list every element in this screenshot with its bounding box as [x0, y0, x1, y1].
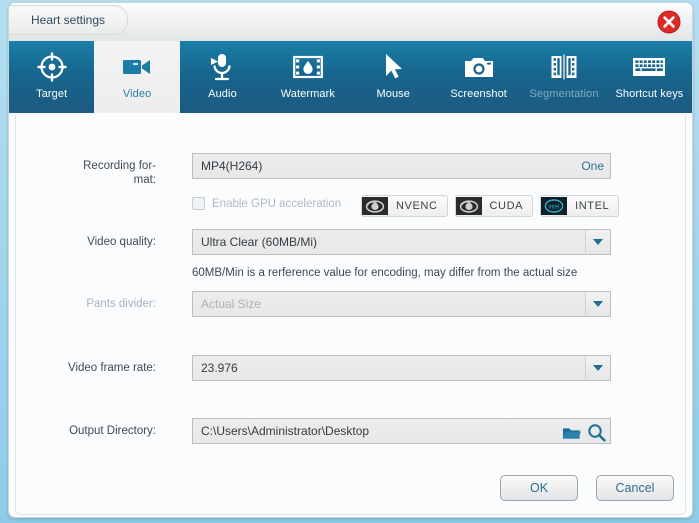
tab-video[interactable]: Video: [94, 41, 179, 113]
microphone-icon: [205, 50, 239, 84]
tab-strip: Target Video A: [9, 41, 692, 113]
cursor-arrow-icon: [376, 50, 410, 84]
tab-screenshot[interactable]: Screenshot: [436, 41, 521, 113]
pants-divider-select[interactable]: Actual Size: [192, 291, 611, 317]
pants-divider-label: Pants divider:: [16, 291, 156, 311]
recording-format-row: Recording for- mat: MP4(H264) One: [16, 153, 611, 187]
video-quality-row: Video quality: Ultra Clear (60MB/Mi): [16, 229, 611, 255]
video-quality-label: Video quality:: [16, 229, 156, 249]
pants-divider-row: Pants divider: Actual Size: [16, 291, 611, 317]
svg-text:intel: intel: [549, 205, 560, 211]
watermark-icon: [291, 50, 325, 84]
chevron-down-icon[interactable]: [585, 356, 610, 380]
tab-label: Watermark: [281, 88, 335, 100]
intel-logo-icon: intel: [541, 197, 567, 215]
target-icon: [35, 50, 69, 84]
nvidia-eye-icon: [456, 197, 482, 215]
chevron-down-icon[interactable]: [585, 230, 610, 254]
tab-label: Screenshot: [450, 88, 507, 100]
folder-icon[interactable]: [562, 424, 581, 441]
film-split-icon: [547, 50, 581, 84]
gpu-badge-label: CUDA: [482, 200, 533, 212]
video-camera-icon: [120, 50, 154, 84]
tab-shortcut-keys[interactable]: Shortcut keys: [607, 41, 692, 113]
output-directory-row: Output Directory: C:\Users\Administrator…: [16, 418, 611, 444]
recording-format-select[interactable]: MP4(H264) One: [192, 153, 611, 179]
checkbox-box[interactable]: [192, 197, 205, 210]
gpu-badge-intel[interactable]: intel INTEL: [540, 195, 619, 217]
nvidia-eye-icon: [362, 197, 388, 215]
keyboard-icon: [632, 50, 666, 84]
video-frame-rate-row: Video frame rate: 23.976: [16, 355, 611, 381]
video-quality-hint: 60MB/Min is a rerference value for encod…: [192, 267, 577, 279]
tab-target[interactable]: Target: [9, 41, 94, 113]
output-directory-label: Output Directory:: [16, 418, 156, 438]
recording-format-value: MP4(H264): [193, 159, 262, 173]
gpu-badge-cuda[interactable]: CUDA: [455, 195, 534, 217]
gpu-badge-group: NVENC CUDA intel: [361, 195, 619, 217]
tab-label: Audio: [208, 88, 237, 100]
tab-label: Video: [123, 88, 151, 100]
gpu-badge-label: NVENC: [388, 200, 447, 212]
video-frame-rate-label: Video frame rate:: [16, 355, 156, 375]
tab-segmentation[interactable]: Segmentation: [521, 41, 606, 113]
window-title: Heart settings: [31, 13, 105, 27]
tab-label: Mouse: [376, 88, 410, 100]
enable-gpu-acceleration-checkbox[interactable]: Enable GPU acceleration: [192, 197, 341, 210]
dialog-footer: OK Cancel: [15, 463, 686, 515]
ok-button[interactable]: OK: [500, 475, 578, 501]
tab-watermark[interactable]: Watermark: [265, 41, 350, 113]
chevron-down-icon[interactable]: [585, 292, 610, 316]
video-settings-panel: Recording for- mat: MP4(H264) One Enable…: [15, 115, 686, 463]
tab-audio[interactable]: Audio: [180, 41, 265, 113]
tab-label: Target: [36, 88, 67, 100]
title-tab: Heart settings: [8, 5, 128, 35]
tab-label: Segmentation: [529, 88, 598, 100]
video-quality-select[interactable]: Ultra Clear (60MB/Mi): [192, 229, 611, 255]
tab-label: Shortcut keys: [615, 88, 683, 100]
gpu-badge-label: INTEL: [567, 200, 618, 212]
camera-icon: [462, 50, 496, 84]
close-circle-icon: [656, 9, 682, 35]
video-frame-rate-value: 23.976: [193, 361, 238, 375]
magnifier-icon[interactable]: [587, 423, 606, 442]
output-directory-value: C:\Users\Administrator\Desktop: [193, 424, 369, 438]
recording-format-tail-text: One: [581, 159, 604, 173]
close-button[interactable]: [656, 9, 682, 35]
output-directory-actions: [562, 421, 606, 443]
pants-divider-value: Actual Size: [193, 297, 261, 311]
gpu-badge-nvenc[interactable]: NVENC: [361, 195, 448, 217]
video-frame-rate-select[interactable]: 23.976: [192, 355, 611, 381]
title-bar: Heart settings: [9, 3, 692, 42]
recording-format-label: Recording for- mat:: [16, 153, 156, 187]
tab-mouse[interactable]: Mouse: [351, 41, 436, 113]
settings-dialog: Heart settings Target: [8, 2, 693, 518]
video-quality-value: Ultra Clear (60MB/Mi): [193, 235, 317, 249]
cancel-button[interactable]: Cancel: [596, 475, 674, 501]
enable-gpu-acceleration-label: Enable GPU acceleration: [212, 198, 341, 210]
output-directory-input[interactable]: C:\Users\Administrator\Desktop: [192, 418, 611, 444]
